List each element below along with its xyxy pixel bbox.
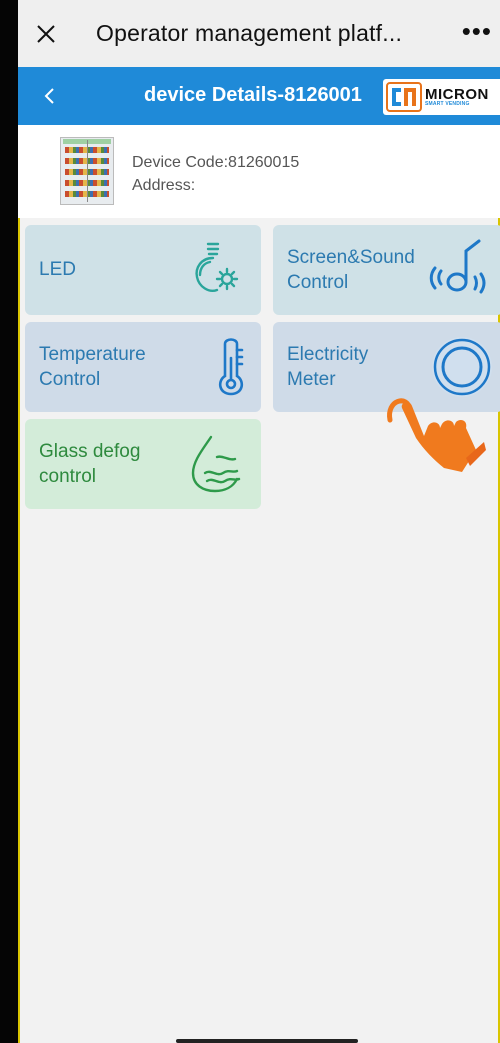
electricity-meter-label: Electricity Meter xyxy=(287,344,369,390)
logo-mark-icon xyxy=(386,82,422,112)
device-code: Device Code:81260015 xyxy=(132,154,300,171)
thermometer-icon xyxy=(218,338,244,396)
chevron-left-icon xyxy=(44,88,54,104)
nav-bar: device Details-8126001 MICRON SMART VEND… xyxy=(18,67,500,125)
device-info-card: Device Code:81260015 Address: xyxy=(18,125,500,218)
glass-defog-control-tile[interactable]: Glass defog control xyxy=(25,419,261,509)
home-indicator[interactable] xyxy=(176,1039,358,1043)
glass-defog-label: Glass defog control xyxy=(39,441,141,487)
device-address: Address: xyxy=(132,177,196,194)
lightbulb-gear-icon xyxy=(195,242,239,292)
page-title: device Details-8126001 xyxy=(144,84,362,106)
led-tile[interactable]: LED xyxy=(25,225,261,315)
app-title: Operator management platf... xyxy=(96,20,403,46)
temperature-control-tile[interactable]: Temperature Control xyxy=(25,322,261,412)
vending-machine-image xyxy=(60,137,114,205)
app-top-bar: Operator management platf... ••• xyxy=(18,0,500,67)
close-button[interactable] xyxy=(34,22,58,46)
screen-sound-control-tile[interactable]: Screen&Sound Control xyxy=(273,225,500,315)
phone-screen: Operator management platf... ••• device … xyxy=(18,0,500,1043)
more-options-button[interactable]: ••• xyxy=(462,18,492,44)
brand-logo: MICRON SMART VENDING xyxy=(383,79,500,115)
led-label: LED xyxy=(39,259,76,280)
logo-brand: MICRON xyxy=(425,86,489,103)
close-icon xyxy=(37,24,55,43)
temperature-label: Temperature Control xyxy=(39,344,146,390)
tap-pointer-hand-icon xyxy=(387,398,486,472)
back-button[interactable] xyxy=(40,86,60,106)
screen-sound-label: Screen&Sound Control xyxy=(287,247,415,293)
water-drop-waves-icon xyxy=(191,435,241,493)
music-note-sound-icon xyxy=(429,239,486,294)
